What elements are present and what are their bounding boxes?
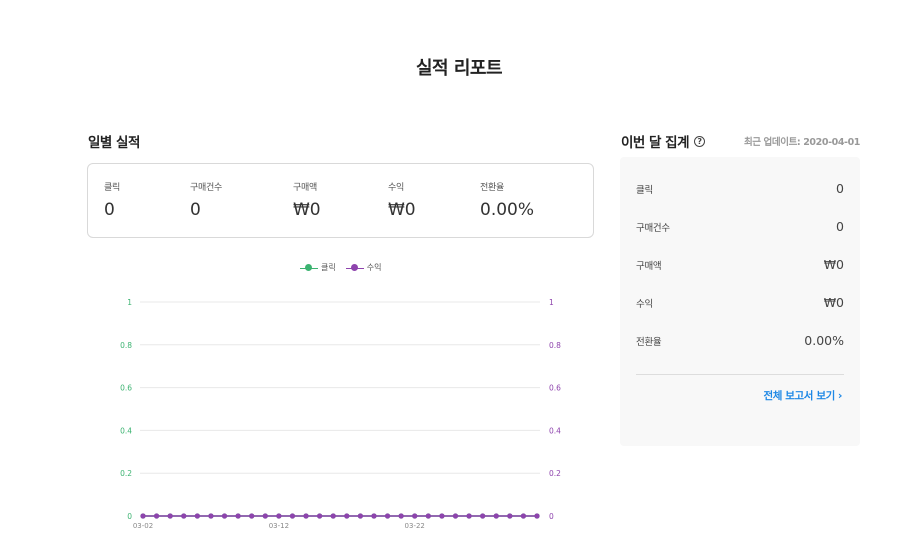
data-point <box>208 513 214 519</box>
monthly-row-purchases: 구매건수 0 <box>636 219 844 234</box>
data-point <box>330 513 336 519</box>
data-point <box>317 513 323 519</box>
data-point <box>153 513 160 519</box>
x-tick-label: 03-12 <box>269 522 289 530</box>
data-point <box>221 513 228 519</box>
data-point <box>303 513 309 519</box>
monthly-row-value: 0.00% <box>804 333 844 348</box>
y-tick-label-right: 0.4 <box>549 426 561 435</box>
x-tick-label: 03-22 <box>405 522 425 530</box>
monthly-summary-title: 이번 달 집계 ? <box>621 131 705 151</box>
monthly-row-label: 수익 <box>636 298 653 310</box>
monthly-row-value: ₩0 <box>823 257 844 272</box>
y-tick-label-right: 0.6 <box>549 384 561 393</box>
monthly-row-purchase-amount: 구매액 ₩0 <box>636 257 844 272</box>
data-point <box>167 513 173 519</box>
monthly-row-clicks: 클릭 0 <box>636 181 844 196</box>
data-point <box>357 513 363 519</box>
y-tick-label-left: 1 <box>127 298 132 307</box>
data-point <box>480 513 486 519</box>
data-point <box>439 513 445 519</box>
data-point <box>289 513 296 519</box>
monthly-summary-panel: 클릭 0 구매건수 0 구매액 ₩0 수익 ₩0 전환율 0.00% 전체 보고… <box>620 157 860 446</box>
monthly-row-label: 클릭 <box>636 184 653 196</box>
y-tick-label-left: 0 <box>127 512 132 521</box>
y-tick-label-right: 1 <box>549 298 554 307</box>
y-tick-label-left: 0.4 <box>120 426 132 435</box>
data-point <box>276 513 282 519</box>
view-full-report-link[interactable]: 전체 보고서 보기 › <box>763 388 843 403</box>
x-tick-label: 03-02 <box>133 522 153 530</box>
data-point <box>140 513 146 519</box>
data-point <box>425 513 431 519</box>
data-point <box>344 513 350 519</box>
data-point <box>384 513 391 519</box>
data-point <box>507 513 513 519</box>
data-point <box>452 513 459 519</box>
data-point <box>262 513 268 519</box>
data-point <box>181 513 187 519</box>
data-point <box>466 513 472 519</box>
help-circle-icon[interactable]: ? <box>694 135 705 147</box>
monthly-row-label: 구매건수 <box>636 222 670 234</box>
monthly-row-value: 0 <box>836 181 844 196</box>
y-tick-label-left: 0.8 <box>120 341 132 350</box>
data-point <box>493 513 499 519</box>
monthly-title-text: 이번 달 집계 <box>621 135 690 151</box>
y-tick-label-left: 0.2 <box>120 469 132 478</box>
monthly-row-conversion-rate: 전환율 0.00% <box>636 333 844 348</box>
monthly-row-label: 전환율 <box>636 336 662 348</box>
monthly-row-value: 0 <box>836 219 844 234</box>
data-point <box>398 513 404 519</box>
data-point <box>249 513 255 519</box>
last-updated-text: 최근 업데이트: 2020-04-01 <box>743 137 860 148</box>
y-tick-label-right: 0.8 <box>549 341 561 350</box>
y-tick-label-right: 0.2 <box>549 469 561 478</box>
data-point <box>371 513 377 519</box>
report-link-label: 전체 보고서 보기 <box>763 390 836 402</box>
data-point <box>520 513 527 519</box>
y-tick-label-left: 0.6 <box>120 384 132 393</box>
monthly-row-label: 구매액 <box>636 260 662 272</box>
data-point <box>412 513 418 519</box>
data-point <box>194 513 200 519</box>
chevron-right-icon: › <box>837 389 843 402</box>
data-point <box>235 513 241 519</box>
y-tick-label-right: 0 <box>549 512 554 521</box>
data-point <box>534 513 540 519</box>
monthly-row-value: ₩0 <box>823 295 844 310</box>
monthly-row-revenue: 수익 ₩0 <box>636 295 844 310</box>
divider <box>636 374 844 375</box>
